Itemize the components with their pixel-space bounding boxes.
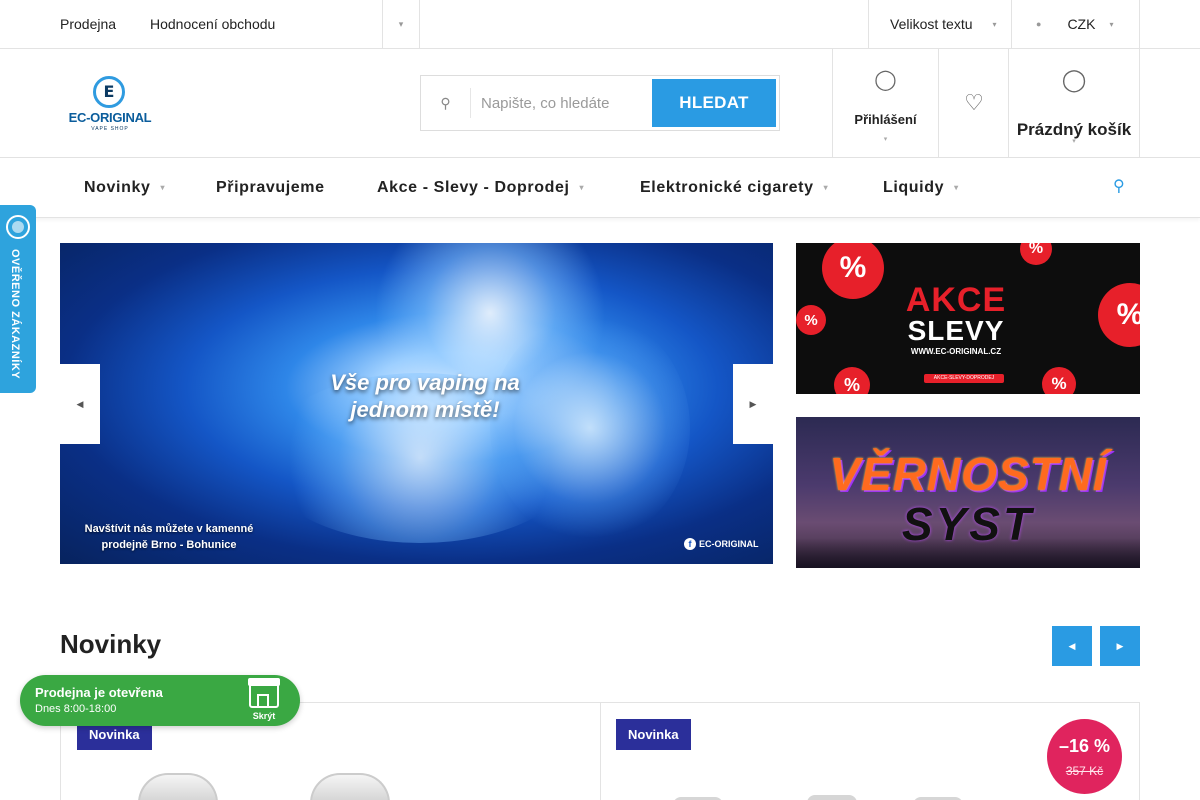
currency-icon: ● — [1036, 19, 1042, 29]
sale-url: WWW.EC-ORIGINAL.CZ — [910, 347, 1002, 356]
cart-icon: ◯ — [1061, 67, 1087, 92]
hero-headline: Vše pro vaping na jednom místě! — [260, 369, 590, 423]
nav-search-icon[interactable]: ⚲ — [1113, 176, 1125, 196]
shop-status: Prodejna je otevřena — [35, 685, 163, 700]
hero-next-button[interactable]: ▶ — [733, 364, 773, 444]
nav-item-label: Elektronické cigarety — [640, 179, 814, 196]
hero-sub-line1: Navštívit nás můžete v kamenné — [84, 523, 254, 535]
chevron-down-icon: ▾ — [992, 19, 997, 29]
heart-icon: ♡ — [964, 90, 984, 115]
logo-mark: E — [93, 76, 125, 108]
search-button[interactable]: HLEDAT — [652, 79, 776, 127]
card-divider — [600, 703, 601, 800]
topbar-more-button[interactable]: ▾ — [382, 0, 420, 48]
nav-item-akce[interactable]: Akce - Slevy - Doprodej ▾ — [377, 179, 584, 197]
percent-badge: % — [1020, 243, 1052, 265]
loyalty-title: VĚRNOSTNÍ — [829, 448, 1107, 500]
login-label: Přihlášení — [854, 112, 917, 127]
percent-badge: % — [1042, 367, 1076, 394]
sale-mini-label: AKCE-SLEVY-DOPRODEJ — [924, 374, 1004, 383]
cart-button[interactable]: ◯ Prázdný košík ▾ — [1008, 49, 1140, 157]
topbar-link-hodnoceni[interactable]: Hodnocení obchodu — [150, 16, 275, 32]
nav-item-ecigarety[interactable]: Elektronické cigarety ▾ — [640, 179, 828, 197]
hero-brand: f EC-ORIGINAL — [684, 538, 759, 550]
hero-brand-label: EC-ORIGINAL — [699, 539, 759, 549]
section-title: Novinky — [60, 629, 162, 659]
loyalty-banner[interactable]: VĚRNOSTNÍ SYST — [796, 417, 1140, 568]
user-icon: ◯ — [874, 69, 897, 91]
logo-name: EC-ORIGINAL — [68, 110, 152, 125]
discount-badge: –16 % 357 Kč — [1047, 719, 1122, 794]
new-badge: Novinka — [616, 719, 691, 750]
percent-badge: % — [834, 367, 870, 394]
chevron-right-icon: ▶ — [1116, 640, 1124, 651]
chevron-right-icon: ▶ — [749, 398, 757, 409]
discount-percent: –16 % — [1058, 736, 1111, 756]
search-form: ⚲ HLEDAT — [420, 75, 780, 131]
nav-item-liquidy[interactable]: Liquidy ▾ — [883, 179, 959, 197]
chevron-down-icon: ▾ — [823, 183, 829, 193]
search-icon: ⚲ — [421, 88, 471, 118]
hero-sub-line2: prodejně Brno - Bohunice — [101, 539, 237, 551]
text-size-dropdown[interactable]: Velikost textu ▾ — [868, 0, 1012, 48]
chevron-icon: ▾ — [398, 18, 404, 29]
nav-item-label: Akce - Slevy - Doprodej — [377, 179, 570, 196]
chevron-down-icon: ▾ — [954, 183, 959, 193]
carousel-next-button[interactable]: ▶ — [1100, 626, 1140, 666]
search-input[interactable] — [481, 88, 651, 118]
verified-seal-icon — [6, 215, 30, 239]
product-image[interactable] — [310, 773, 390, 800]
currency-label: CZK — [1067, 16, 1096, 32]
product-image[interactable] — [138, 773, 218, 800]
currency-dropdown[interactable]: ● CZK ▾ — [1011, 0, 1140, 48]
favorites-button[interactable]: ♡ — [938, 49, 1009, 157]
nav-item-label: Liquidy — [883, 179, 945, 196]
nav-item-pripravujeme[interactable]: Připravujeme — [216, 179, 325, 197]
smoke-decoration — [490, 313, 690, 543]
hero-subtext: Navštívit nás můžete v kamenné prodejně … — [74, 521, 264, 553]
text-size-label: Velikost textu — [890, 16, 973, 32]
chevron-down-icon: ▾ — [1109, 19, 1114, 29]
nav-item-label: Novinky — [84, 179, 151, 196]
chevron-left-icon: ◀ — [76, 398, 84, 409]
facebook-icon: f — [684, 538, 696, 550]
verified-label: OVĚŘENO ZÁKAZNÍKY — [9, 249, 21, 380]
main-nav: Novinky ▾ Připravujeme Akce - Slevy - Dop… — [0, 158, 1200, 218]
hero-headline-line2: jednom místě! — [350, 397, 500, 422]
top-bar: Prodejna Hodnocení obchodu ▾ Velikost te… — [0, 0, 1200, 49]
chevron-down-icon: ▾ — [579, 183, 585, 193]
sale-banner[interactable]: % % % % % % AKCE SLEVY WWW.EC-ORIGINAL.C… — [796, 243, 1140, 394]
logo-letter: E — [103, 82, 115, 101]
hero-slide[interactable]: Vše pro vaping na jednom místě! Navštívi… — [60, 243, 773, 564]
nav-item-novinky[interactable]: Novinky ▾ — [84, 179, 165, 197]
chevron-down-icon: ▾ — [883, 136, 888, 143]
carousel-prev-button[interactable]: ◀ — [1052, 626, 1092, 666]
chevron-left-icon: ◀ — [1068, 640, 1076, 651]
store-icon — [248, 678, 280, 708]
chevron-down-icon: ▾ — [1072, 138, 1076, 145]
old-price: 357 Kč — [1065, 764, 1104, 778]
logo[interactable]: E EC-ORIGINAL VAPE SHOP — [68, 76, 152, 132]
shop-hours: Dnes 8:00-18:00 — [35, 703, 117, 715]
shop-open-widget: Prodejna je otevřena Dnes 8:00-18:00 Skr… — [20, 675, 300, 726]
logo-sub: VAPE SHOP — [91, 126, 129, 132]
hero-headline-line1: Vše pro vaping na — [330, 370, 520, 395]
login-button[interactable]: ◯ Přihlášení ▾ — [832, 49, 939, 157]
product-image[interactable] — [807, 795, 857, 800]
verified-customers-badge[interactable]: OVĚŘENO ZÁKAZNÍKY — [0, 205, 36, 393]
sale-subtitle: SLEVY — [907, 315, 1005, 346]
topbar-link-prodejna[interactable]: Prodejna — [60, 16, 116, 32]
nav-item-label: Připravujeme — [216, 179, 325, 196]
crowd-decoration — [796, 538, 1140, 568]
hero-prev-button[interactable]: ◀ — [60, 364, 100, 444]
header: E EC-ORIGINAL VAPE SHOP ⚲ HLEDAT ◯ Přihl… — [0, 49, 1200, 158]
chevron-down-icon: ▾ — [160, 183, 166, 193]
hide-button[interactable]: Skrýt — [246, 711, 282, 721]
